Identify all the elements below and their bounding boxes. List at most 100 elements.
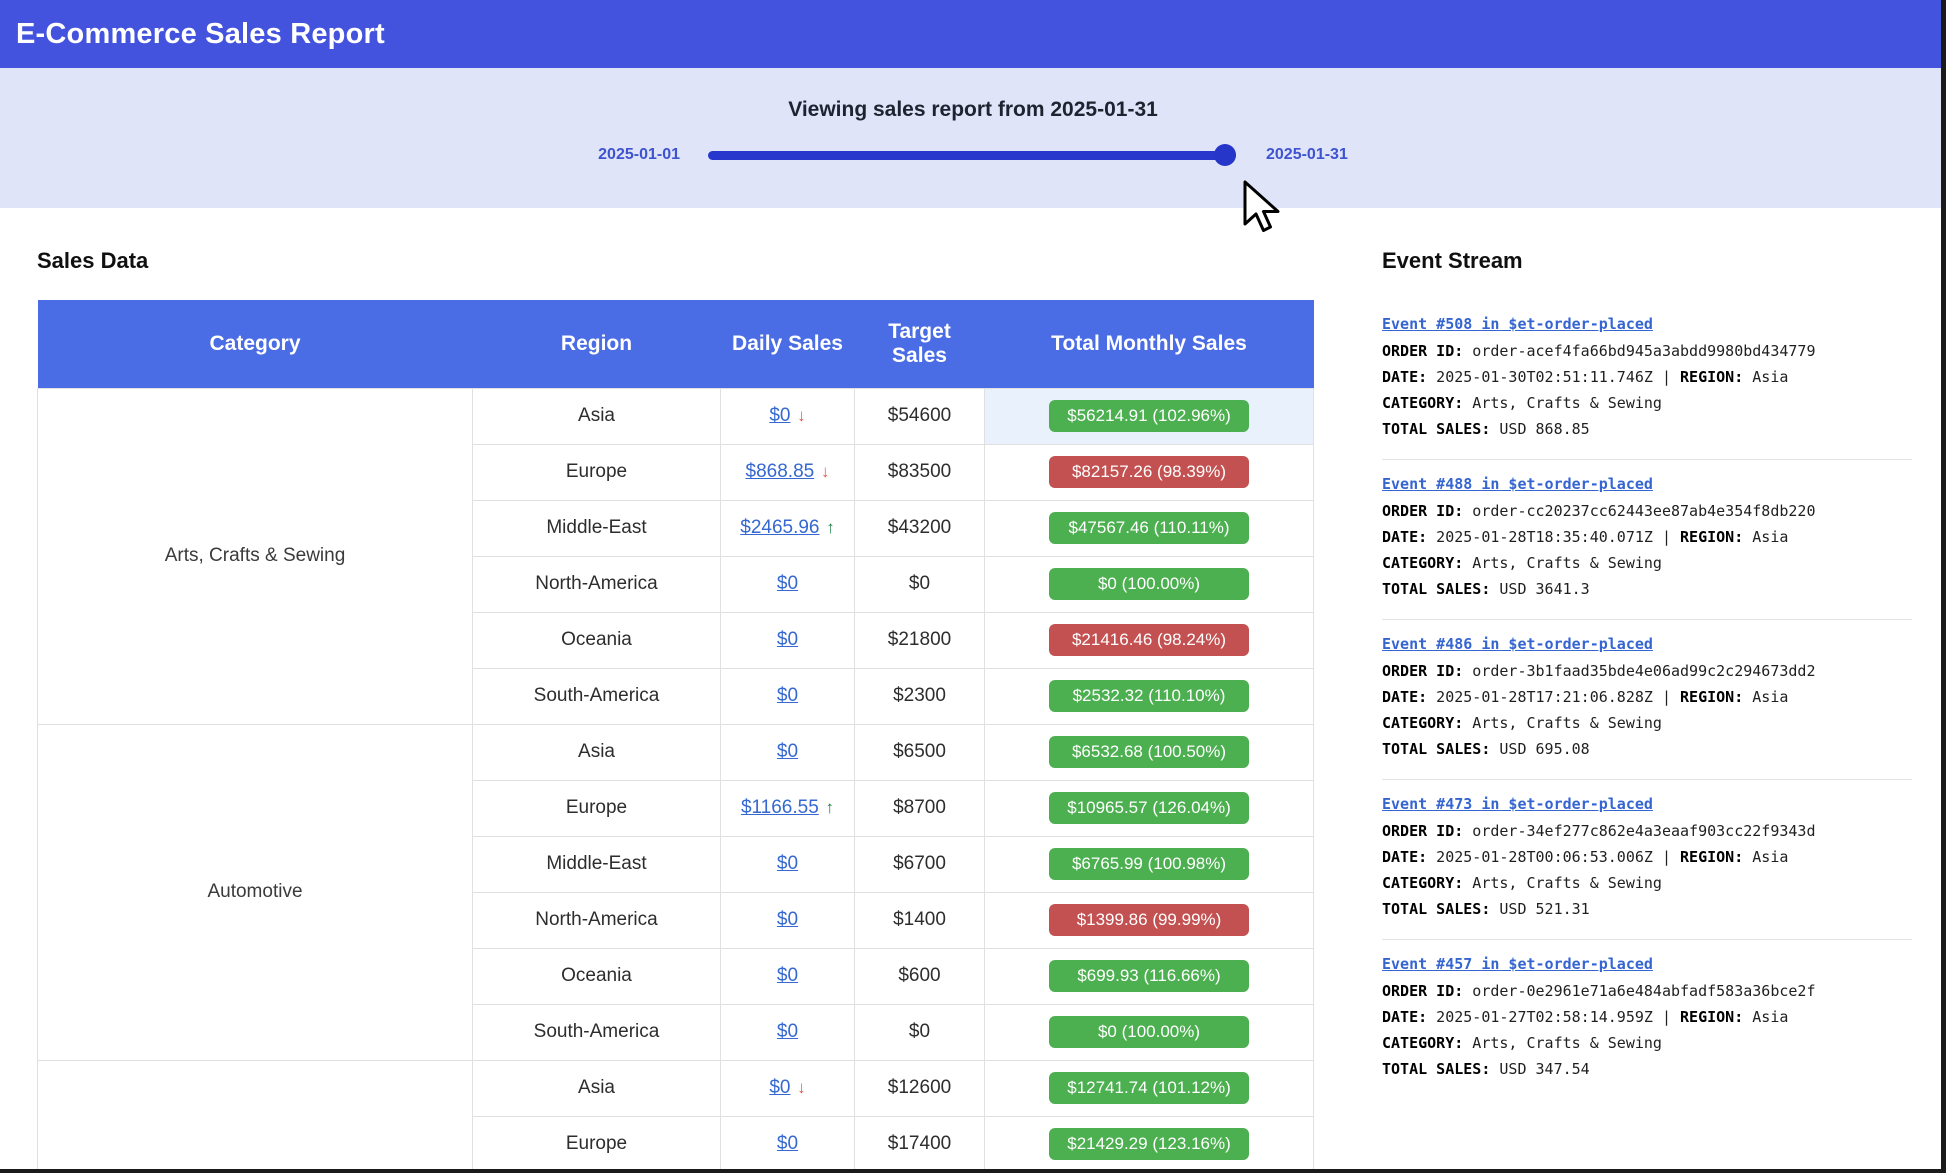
event-title-link[interactable]: Event #508 in $et-order-placed: [1382, 315, 1653, 333]
category-label: CATEGORY:: [1382, 1034, 1463, 1052]
target-sales-cell: $6500: [855, 724, 985, 780]
event-order-id: ORDER ID: order-34ef277c862e4a3eaaf903cc…: [1382, 818, 1912, 844]
event-category: CATEGORY: Arts, Crafts & Sewing: [1382, 390, 1912, 416]
total-sales-cell: $0 (100.00%): [985, 556, 1314, 612]
event-title-link[interactable]: Event #473 in $et-order-placed: [1382, 795, 1653, 813]
region-label: REGION:: [1680, 848, 1743, 866]
order-id-label: ORDER ID:: [1382, 342, 1463, 360]
region-label: REGION:: [1680, 528, 1743, 546]
daily-sales-cell: $0: [721, 836, 855, 892]
target-sales-cell: $0: [855, 1004, 985, 1060]
category-cell: Automotive: [38, 724, 473, 1060]
daily-sales-cell: $0: [721, 668, 855, 724]
region-cell: North-America: [473, 892, 721, 948]
region-cell: South-America: [473, 668, 721, 724]
daily-sales-cell: $2465.96 ↑: [721, 500, 855, 556]
region-cell: Asia: [473, 1060, 721, 1116]
sales-status-badge: $47567.46 (110.11%): [1049, 512, 1249, 544]
page-title: E-Commerce Sales Report: [16, 18, 385, 51]
total-sales-cell: $1399.86 (99.99%): [985, 892, 1314, 948]
target-sales-cell: $6700: [855, 836, 985, 892]
daily-sales-cell: $0: [721, 948, 855, 1004]
event-total-sales: TOTAL SALES: USD 3641.3: [1382, 576, 1912, 602]
daily-sales-link[interactable]: $0: [777, 1133, 798, 1154]
daily-sales-cell: $0 ↓: [721, 1060, 855, 1116]
date-label: DATE:: [1382, 1008, 1427, 1026]
daily-sales-link[interactable]: $0: [777, 741, 798, 762]
order-id-label: ORDER ID:: [1382, 662, 1463, 680]
sales-status-badge: $6765.99 (100.98%): [1049, 848, 1249, 880]
category-label: CATEGORY:: [1382, 394, 1463, 412]
screen-edge-right: [1941, 0, 1946, 1173]
region-label: REGION:: [1680, 1008, 1743, 1026]
target-sales-cell: $43200: [855, 500, 985, 556]
event-stream-panel: Event Stream Event #508 in $et-order-pla…: [1382, 248, 1912, 1173]
event-date-region: DATE: 2025-01-28T17:21:06.828Z | REGION:…: [1382, 684, 1912, 710]
region-cell: South-America: [473, 1004, 721, 1060]
daily-sales-link[interactable]: $0: [777, 629, 798, 650]
event-title-link[interactable]: Event #488 in $et-order-placed: [1382, 475, 1653, 493]
column-header-daily-sales: Daily Sales: [721, 300, 855, 388]
target-sales-cell: $54600: [855, 388, 985, 444]
event-date-region: DATE: 2025-01-28T18:35:40.071Z | REGION:…: [1382, 524, 1912, 550]
event-total-sales: TOTAL SALES: USD 868.85: [1382, 416, 1912, 442]
daily-sales-link[interactable]: $868.85: [746, 461, 815, 482]
daily-sales-link[interactable]: $1166.55: [741, 797, 819, 818]
sales-status-badge: $12741.74 (101.12%): [1049, 1072, 1249, 1104]
daily-sales-link[interactable]: $0: [777, 909, 798, 930]
region-cell: Asia: [473, 724, 721, 780]
slider-min-label: 2025-01-01: [598, 146, 680, 164]
region-cell: Oceania: [473, 612, 721, 668]
total-sales-label: TOTAL SALES:: [1382, 420, 1490, 438]
event-card: Event #486 in $et-order-placedORDER ID: …: [1382, 619, 1912, 779]
sales-status-badge: $21416.46 (98.24%): [1049, 624, 1249, 656]
daily-sales-cell: $0: [721, 556, 855, 612]
event-category: CATEGORY: Arts, Crafts & Sewing: [1382, 1030, 1912, 1056]
category-cell: Arts, Crafts & Sewing: [38, 388, 473, 724]
target-sales-cell: $21800: [855, 612, 985, 668]
order-id-label: ORDER ID:: [1382, 822, 1463, 840]
region-cell: Middle-East: [473, 836, 721, 892]
date-label: DATE:: [1382, 848, 1427, 866]
event-title-link[interactable]: Event #486 in $et-order-placed: [1382, 635, 1653, 653]
daily-sales-link[interactable]: $0: [769, 1077, 790, 1098]
slider-handle[interactable]: [1214, 144, 1236, 166]
daily-sales-link[interactable]: $2465.96: [740, 517, 819, 538]
app: E-Commerce Sales Report Viewing sales re…: [0, 0, 1946, 1173]
daily-sales-cell: $0 ↓: [721, 388, 855, 444]
daily-sales-link[interactable]: $0: [777, 685, 798, 706]
sales-table-body: Arts, Crafts & SewingAsia$0 ↓$54600$5621…: [38, 388, 1314, 1172]
sales-table: Category Region Daily Sales Target Sales…: [37, 300, 1314, 1173]
main-content: Sales Data Category Region Daily Sales T…: [0, 208, 1946, 1173]
column-header-category: Category: [38, 300, 473, 388]
total-sales-label: TOTAL SALES:: [1382, 900, 1490, 918]
daily-sales-link[interactable]: $0: [777, 965, 798, 986]
event-title-link[interactable]: Event #457 in $et-order-placed: [1382, 955, 1653, 973]
table-row: AutomotiveAsia$0$6500$6532.68 (100.50%): [38, 724, 1314, 780]
event-total-sales: TOTAL SALES: USD 521.31: [1382, 896, 1912, 922]
total-sales-cell: $10965.57 (126.04%): [985, 780, 1314, 836]
target-sales-cell: $8700: [855, 780, 985, 836]
sales-data-heading: Sales Data: [37, 248, 1314, 274]
down-arrow-icon: ↓: [792, 1078, 805, 1097]
app-header: E-Commerce Sales Report: [0, 0, 1946, 68]
category-label: CATEGORY:: [1382, 714, 1463, 732]
target-sales-cell: $1400: [855, 892, 985, 948]
daily-sales-link[interactable]: $0: [777, 1021, 798, 1042]
region-label: REGION:: [1680, 688, 1743, 706]
column-header-target-sales: Target Sales: [855, 300, 985, 388]
daily-sales-cell: $1166.55 ↑: [721, 780, 855, 836]
daily-sales-link[interactable]: $0: [777, 853, 798, 874]
daily-sales-link[interactable]: $0: [769, 405, 790, 426]
daily-sales-link[interactable]: $0: [777, 573, 798, 594]
sales-data-panel: Sales Data Category Region Daily Sales T…: [37, 248, 1314, 1173]
region-cell: North-America: [473, 556, 721, 612]
date-slider[interactable]: [708, 151, 1236, 160]
region-cell: Europe: [473, 444, 721, 500]
event-order-id: ORDER ID: order-cc20237cc62443ee87ab4e35…: [1382, 498, 1912, 524]
sales-status-badge: $10965.57 (126.04%): [1049, 792, 1249, 824]
sales-status-badge: $6532.68 (100.50%): [1049, 736, 1249, 768]
event-stream-heading: Event Stream: [1382, 248, 1912, 274]
sales-status-badge: $699.93 (116.66%): [1049, 960, 1249, 992]
total-sales-cell: $0 (100.00%): [985, 1004, 1314, 1060]
